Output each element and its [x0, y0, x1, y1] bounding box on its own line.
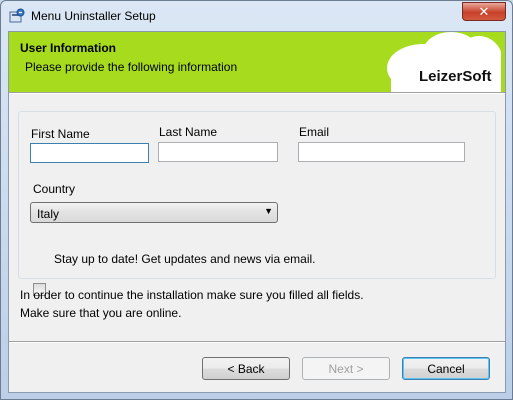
newsletter-label[interactable]: Stay up to date! Get updates and news vi… [54, 252, 316, 266]
wizard-client-area: User Information Please provide the foll… [8, 31, 506, 393]
header-divider [9, 92, 505, 94]
country-select[interactable]: Italy ▼ [30, 202, 278, 223]
last-name-input[interactable] [159, 143, 277, 161]
email-input[interactable] [299, 143, 464, 161]
last-name-label: Last Name [159, 125, 218, 139]
brand-logo-text: LeizerSoft [419, 68, 492, 85]
first-name-field[interactable] [30, 143, 149, 163]
country-selected-value: Italy [37, 207, 60, 221]
instruction-text-1: In order to continue the installation ma… [20, 288, 364, 302]
first-name-input[interactable] [31, 144, 148, 162]
email-field[interactable] [298, 142, 465, 162]
country-label: Country [33, 182, 76, 196]
close-icon: ✕ [478, 3, 490, 19]
last-name-field[interactable] [158, 142, 278, 162]
footer-divider [9, 341, 505, 343]
first-name-label: First Name [31, 127, 90, 141]
back-button[interactable]: < Back [202, 357, 290, 380]
setup-window: Menu Uninstaller Setup ✕ User Informatio… [0, 0, 513, 400]
setup-app-icon [9, 8, 25, 23]
close-button[interactable]: ✕ [462, 2, 506, 21]
title-bar[interactable]: Menu Uninstaller Setup ✕ [1, 1, 512, 31]
header-banner: User Information Please provide the foll… [9, 32, 505, 92]
cancel-button[interactable]: Cancel [402, 357, 490, 380]
dropdown-arrow-icon: ▼ [264, 206, 273, 216]
instruction-text-2: Make sure that you are online. [20, 306, 182, 320]
page-subtitle: Please provide the following information [25, 60, 238, 74]
window-title: Menu Uninstaller Setup [31, 9, 156, 23]
next-button[interactable]: Next > [302, 357, 390, 380]
email-label: Email [299, 125, 330, 139]
page-title: User Information [20, 41, 117, 55]
